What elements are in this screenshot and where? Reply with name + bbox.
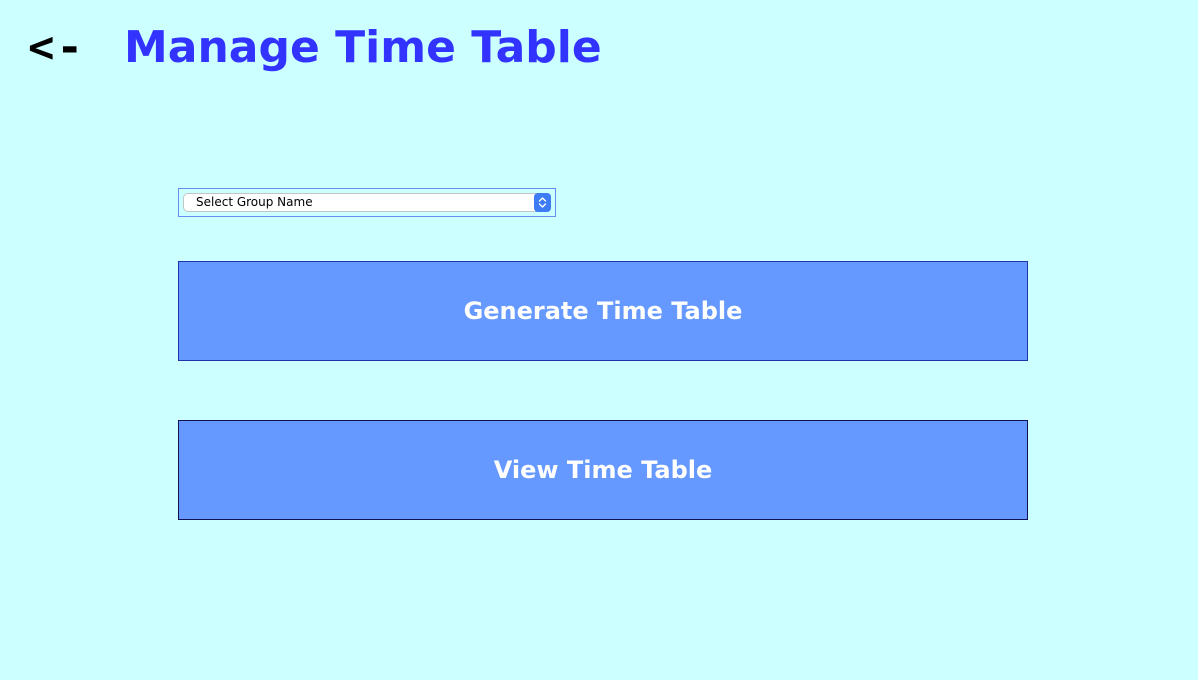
chevron-up-down-icon[interactable] [534, 193, 551, 212]
group-select-value: Select Group Name [196, 195, 313, 209]
page-title: Manage Time Table [124, 22, 602, 73]
generate-time-table-button[interactable]: Generate Time Table [178, 261, 1028, 361]
group-select-container: Select Group Name [178, 188, 556, 217]
back-button[interactable]: <- [28, 22, 85, 74]
group-select[interactable]: Select Group Name [183, 193, 551, 212]
view-time-table-button[interactable]: View Time Table [178, 420, 1028, 520]
